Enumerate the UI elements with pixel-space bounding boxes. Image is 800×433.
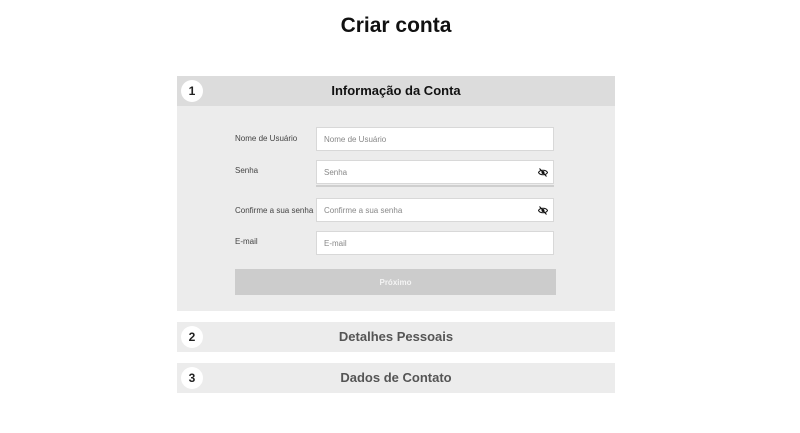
password-label: Senha <box>235 166 259 175</box>
email-row: E-mail <box>235 231 557 255</box>
username-input[interactable] <box>317 128 524 150</box>
step-number: 1 <box>181 80 203 102</box>
confirm-password-input[interactable] <box>317 199 524 221</box>
step-header-personal-details[interactable]: 2 Detalhes Pessoais <box>177 322 615 352</box>
step-title: Informação da Conta <box>331 83 461 98</box>
password-input[interactable] <box>317 161 524 183</box>
step-title: Detalhes Pessoais <box>338 329 454 344</box>
email-input[interactable] <box>317 232 524 254</box>
next-button[interactable]: Próximo <box>235 269 556 295</box>
step-number: 2 <box>181 326 203 348</box>
password-strength-bar <box>316 185 554 187</box>
step-account-info: 1 Informação da Conta Nome de Usuário Se… <box>177 76 615 311</box>
password-field-box <box>316 160 554 184</box>
confirm-password-label: Confirme a sua senha <box>235 206 314 215</box>
confirm-password-row: Confirme a sua senha <box>235 198 557 222</box>
username-label: Nome de Usuário <box>235 134 298 143</box>
page-title: Criar conta <box>340 14 452 37</box>
step-title: Dados de Contato <box>340 370 452 385</box>
step-contact-details: 3 Dados de Contato <box>177 363 615 393</box>
email-label: E-mail <box>235 237 258 246</box>
step-header-contact-details[interactable]: 3 Dados de Contato <box>177 363 615 393</box>
username-row: Nome de Usuário <box>235 127 557 151</box>
confirm-password-field-box <box>316 198 554 222</box>
step-number: 3 <box>181 367 203 389</box>
step-header-account-info[interactable]: 1 Informação da Conta <box>177 76 615 106</box>
password-row: Senha <box>235 160 557 188</box>
username-field-box <box>316 127 554 151</box>
eye-off-icon[interactable] <box>538 168 548 177</box>
email-field-box <box>316 231 554 255</box>
eye-off-icon[interactable] <box>538 206 548 215</box>
step-personal-details: 2 Detalhes Pessoais <box>177 322 615 352</box>
